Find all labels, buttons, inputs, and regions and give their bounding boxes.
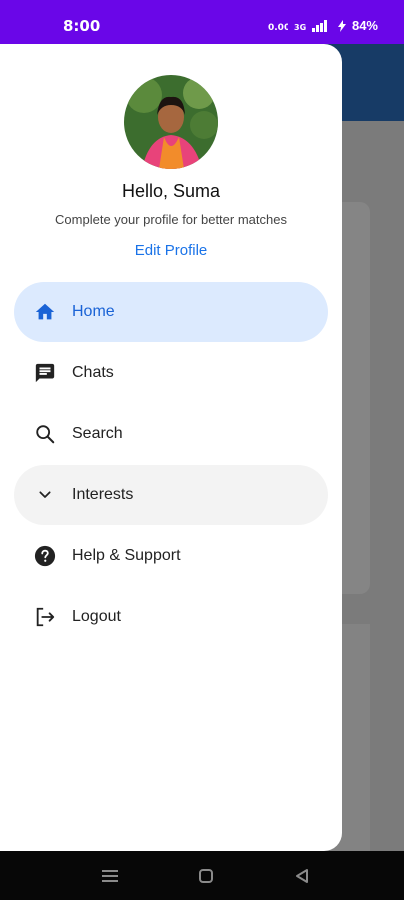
charging-icon — [337, 19, 346, 32]
svg-text:0.00: 0.00 — [268, 23, 288, 32]
edit-profile-link[interactable]: Edit Profile — [0, 242, 342, 259]
menu-item-label: Home — [72, 303, 115, 320]
status-bar: 8:00 0.00 3G 84% — [0, 0, 404, 44]
help-icon — [33, 544, 57, 568]
data-speed-icon: 0.00 — [268, 23, 288, 32]
menu-item-label: Help & Support — [72, 547, 181, 564]
home-icon — [33, 300, 57, 324]
chat-icon — [33, 361, 57, 385]
menu-item-interests[interactable]: Interests — [14, 465, 328, 525]
profile-subtitle: Complete your profile for better matches — [55, 212, 287, 227]
signal-icon — [311, 19, 327, 32]
menu-item-label: Interests — [72, 486, 134, 503]
status-icons: 0.00 3G 84% — [268, 18, 378, 33]
menu-item-search[interactable]: Search — [14, 404, 328, 464]
menu-item-label: Chats — [72, 364, 114, 381]
menu-item-chats[interactable]: Chats — [14, 343, 328, 403]
system-nav-bar — [0, 851, 404, 900]
back-triangle-icon[interactable] — [292, 866, 312, 886]
menu-item-label: Search — [72, 425, 123, 442]
menu-item-label: Logout — [72, 608, 121, 625]
greeting-title: Hello, Suma — [121, 181, 221, 201]
avatar[interactable] — [124, 75, 218, 169]
network-icon: 3G — [294, 23, 306, 32]
battery-percent: 84% — [351, 18, 378, 33]
logout-icon — [33, 605, 57, 629]
home-square-icon[interactable] — [196, 866, 216, 886]
status-time: 8:00 — [63, 17, 101, 35]
chevron-down-icon — [33, 483, 57, 507]
menu-item-home[interactable]: Home — [14, 282, 328, 342]
menu-icon[interactable] — [100, 866, 120, 886]
search-icon — [33, 422, 57, 446]
menu-item-help-support[interactable]: Help & Support — [14, 526, 328, 586]
svg-text:3G: 3G — [294, 23, 306, 32]
menu-item-logout[interactable]: Logout — [14, 587, 328, 647]
navigation-drawer: Hello, Suma Complete your profile for be… — [0, 44, 342, 851]
